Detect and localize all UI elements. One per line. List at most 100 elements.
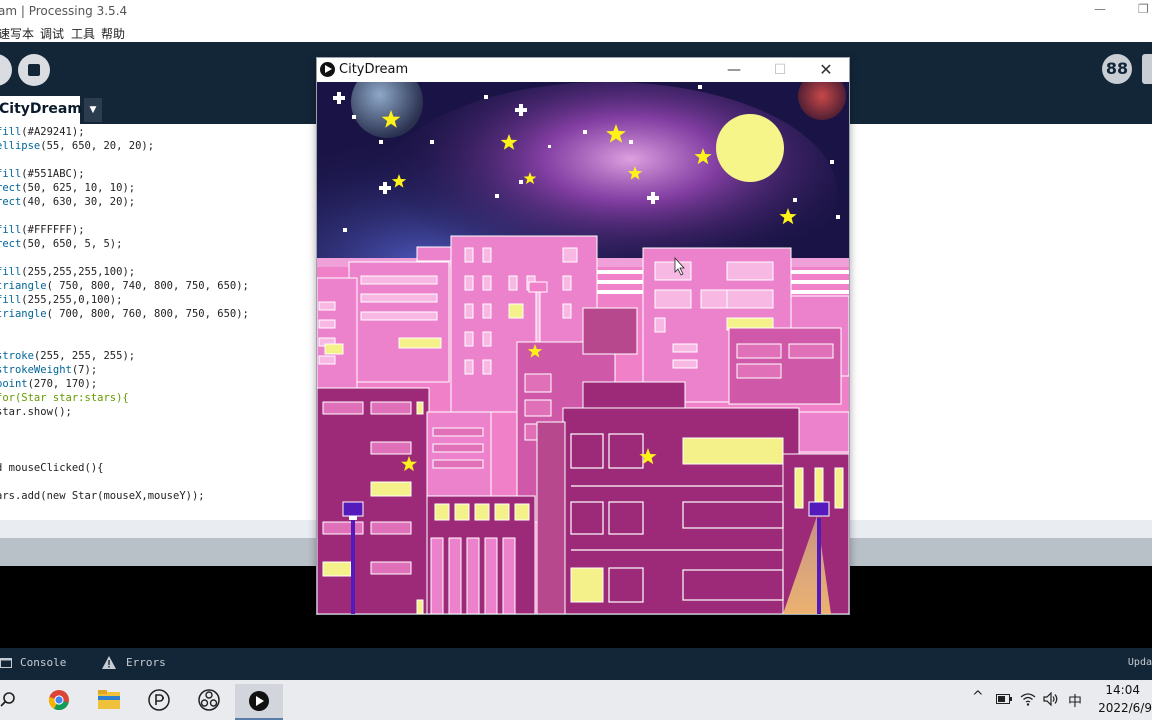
code-line[interactable]: ellipse(55, 650, 20, 20); bbox=[0, 140, 154, 152]
sketch-maximize-button[interactable]: ☐ bbox=[757, 59, 803, 81]
code-arguments: (#A29241); bbox=[21, 126, 85, 138]
code-arguments: ( 700, 800, 760, 800, 750, 650); bbox=[46, 308, 249, 320]
ide-restore-button[interactable]: ❐ bbox=[1138, 2, 1149, 16]
code-line[interactable]: rect(40, 630, 30, 20); bbox=[0, 196, 135, 208]
ide-minimize-button[interactable]: — bbox=[1094, 2, 1106, 16]
wifi-icon[interactable] bbox=[1020, 692, 1036, 706]
sketch-window-title: CityDream bbox=[339, 62, 409, 77]
clock-time[interactable]: 14:04 bbox=[1105, 683, 1140, 697]
code-function-name: point bbox=[0, 378, 28, 390]
taskbar-processing[interactable] bbox=[135, 684, 183, 720]
code-line[interactable]: stroke(255, 255, 255); bbox=[0, 350, 135, 362]
sketch-minimize-button[interactable]: — bbox=[711, 59, 757, 81]
sketch-canvas[interactable] bbox=[317, 82, 849, 614]
console-icon bbox=[0, 658, 12, 668]
ide-window-title: am | Processing 3.5.4 bbox=[0, 4, 128, 18]
search-icon[interactable] bbox=[0, 692, 16, 708]
clock-date[interactable]: 2022/6/9 bbox=[1098, 701, 1152, 715]
code-line[interactable]: fill(#551ABC); bbox=[0, 168, 85, 180]
moon bbox=[716, 114, 784, 182]
street-lamp-pole-right bbox=[817, 518, 821, 614]
ime-indicator[interactable]: 中 bbox=[1068, 691, 1082, 711]
sketch-window[interactable]: CityDream — ☐ ✕ bbox=[316, 57, 850, 615]
menu-sketch[interactable]: 速写本 bbox=[0, 25, 34, 42]
run-button[interactable] bbox=[0, 54, 12, 86]
code-line[interactable]: fill(#A29241); bbox=[0, 126, 85, 138]
street-lamp-left bbox=[342, 501, 364, 517]
code-arguments: (40, 630, 30, 20); bbox=[21, 196, 136, 208]
volume-icon[interactable] bbox=[1043, 692, 1059, 706]
warning-icon bbox=[102, 656, 116, 669]
code-line[interactable]: for(Star star:stars){ bbox=[0, 392, 129, 404]
tab-errors[interactable]: Errors bbox=[126, 656, 166, 669]
taskbar-media-player[interactable] bbox=[235, 684, 283, 720]
code-line[interactable]: fill(255,255,0,100); bbox=[0, 294, 122, 306]
menu-debug[interactable]: 调试 bbox=[40, 25, 64, 42]
code-arguments: (#FFFFFF); bbox=[21, 224, 85, 236]
code-function-name: rect bbox=[0, 182, 22, 194]
processing-play-icon bbox=[320, 62, 335, 77]
street-lamp-pole-left bbox=[351, 518, 355, 614]
code-function-name: fill bbox=[0, 126, 22, 138]
tab-console[interactable]: Console bbox=[20, 656, 66, 669]
code-function-name: rect bbox=[0, 238, 22, 250]
code-arguments: (255,255,255,100); bbox=[21, 266, 136, 278]
tab-citydream[interactable]: CityDream bbox=[0, 96, 82, 124]
stop-button[interactable] bbox=[18, 54, 50, 86]
taskbar-chrome[interactable] bbox=[35, 684, 83, 720]
code-line[interactable]: triangle( 700, 800, 760, 800, 750, 650); bbox=[0, 308, 249, 320]
update-notice[interactable]: Upda bbox=[1128, 657, 1152, 668]
code-line[interactable]: rect(50, 625, 10, 10); bbox=[0, 182, 135, 194]
taskbar-obs[interactable] bbox=[185, 684, 233, 720]
code-function-name: ellipse bbox=[0, 140, 41, 152]
code-function-name: fill bbox=[0, 224, 22, 236]
tab-menu-arrow[interactable]: ▼ bbox=[84, 98, 102, 122]
code-line[interactable]: rect(50, 650, 5, 5); bbox=[0, 238, 122, 250]
menu-tools[interactable]: 工具 bbox=[71, 25, 95, 42]
code-arguments: (#551ABC); bbox=[21, 168, 85, 180]
code-arguments: (255,255,0,100); bbox=[21, 294, 123, 306]
tray-chevron-up-icon[interactable]: ^ bbox=[972, 689, 984, 705]
code-function-name: fill bbox=[0, 266, 22, 278]
mode-selector-button[interactable]: 88 bbox=[1102, 54, 1132, 84]
code-line[interactable]: point(270, 170); bbox=[0, 378, 97, 390]
desktop: am | Processing 3.5.4 — ❐ 速写本 调试 工具 帮助 8… bbox=[0, 0, 1152, 720]
code-line[interactable]: ars.add(new Star(mouseX,mouseY)); bbox=[0, 490, 205, 502]
code-function-name: stroke bbox=[0, 350, 34, 362]
code-line[interactable]: triangle( 750, 800, 740, 800, 750, 650); bbox=[0, 280, 249, 292]
obs-icon bbox=[198, 689, 220, 711]
code-line[interactable]: star.show(); bbox=[0, 406, 72, 418]
windows-taskbar: ^ 中 14:04 2022/6/9 bbox=[0, 680, 1152, 720]
code-arguments: ( 750, 800, 740, 800, 750, 650); bbox=[46, 280, 249, 292]
code-function-name: strokeWeight bbox=[0, 364, 72, 376]
code-function-name: triangle bbox=[0, 308, 47, 320]
code-arguments: (270, 170); bbox=[27, 378, 98, 390]
stop-icon bbox=[28, 64, 40, 76]
menu-help[interactable]: 帮助 bbox=[101, 25, 125, 42]
ide-title-bar: am | Processing 3.5.4 — ❐ bbox=[0, 0, 1152, 22]
code-arguments: (55, 650, 20, 20); bbox=[40, 140, 155, 152]
antenna-box bbox=[528, 281, 548, 293]
taskbar-file-explorer[interactable] bbox=[85, 684, 133, 720]
mode-icon: 88 bbox=[1105, 59, 1129, 78]
code-arguments: (50, 650, 5, 5); bbox=[21, 238, 123, 250]
file-explorer-icon bbox=[98, 690, 120, 709]
code-arguments: (255, 255, 255); bbox=[33, 350, 136, 362]
code-function-name: fill bbox=[0, 294, 22, 306]
code-line[interactable]: fill(#FFFFFF); bbox=[0, 224, 85, 236]
tab-label: CityDream bbox=[0, 101, 82, 117]
street-lamp-right bbox=[808, 501, 830, 517]
mode-dropdown-edge[interactable] bbox=[1142, 54, 1152, 84]
code-line[interactable]: fill(255,255,255,100); bbox=[0, 266, 135, 278]
code-function-name: triangle bbox=[0, 280, 47, 292]
media-player-icon bbox=[249, 691, 269, 711]
sketch-title-bar[interactable]: CityDream — ☐ ✕ bbox=[317, 58, 849, 82]
sketch-close-button[interactable]: ✕ bbox=[803, 59, 849, 81]
chrome-icon bbox=[48, 690, 69, 711]
ide-menu-bar: 速写本 调试 工具 帮助 bbox=[0, 22, 1152, 42]
code-line[interactable]: d mouseClicked(){ bbox=[0, 462, 103, 474]
code-line[interactable]: strokeWeight(7); bbox=[0, 364, 97, 376]
processing-icon bbox=[148, 689, 170, 711]
battery-icon[interactable] bbox=[996, 694, 1012, 704]
code-function-name: rect bbox=[0, 196, 22, 208]
